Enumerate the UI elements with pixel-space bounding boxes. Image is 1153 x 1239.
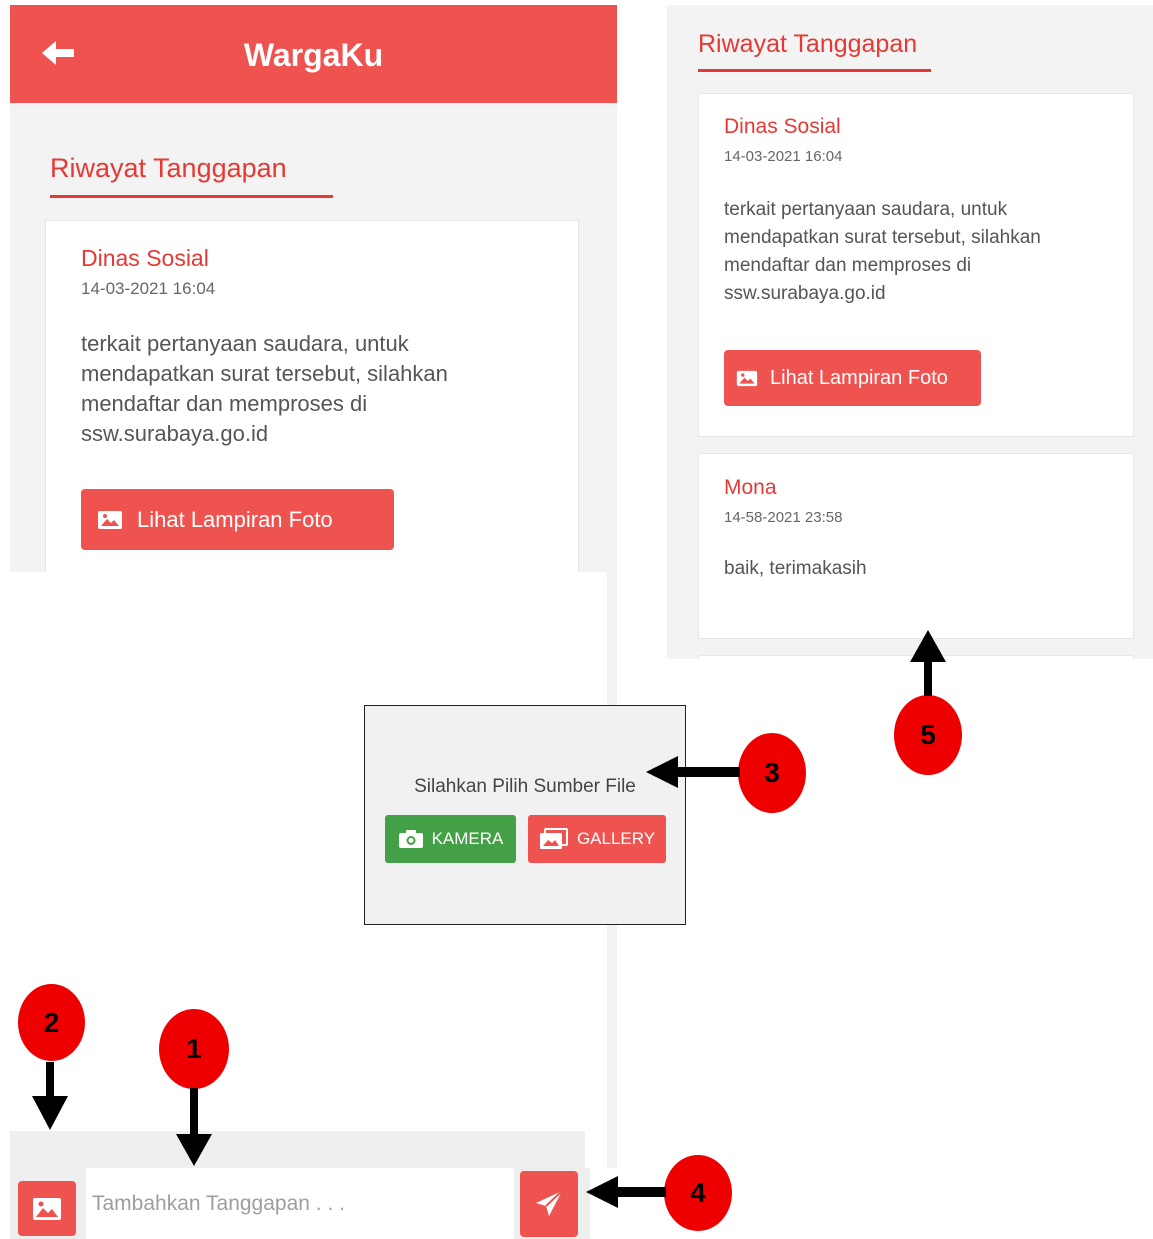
left-screen: WargaKu Riwayat Tanggapan Dinas Sosial 1… bbox=[10, 5, 617, 572]
response-card: Mona 14-58-2021 23:58 baik, terimakasih bbox=[698, 453, 1134, 639]
image-icon bbox=[98, 510, 122, 529]
response-message: terkait pertanyaan saudara, untuk mendap… bbox=[81, 331, 448, 446]
view-attachment-label: Lihat Lampiran Foto bbox=[770, 366, 948, 389]
response-date: 14-58-2021 23:58 bbox=[724, 509, 843, 526]
view-attachment-button[interactable]: Lihat Lampiran Foto bbox=[81, 489, 394, 550]
response-input[interactable]: Tambahkan Tanggapan . . . bbox=[86, 1168, 514, 1239]
response-message: baik, terimakasih bbox=[724, 558, 867, 579]
camera-button[interactable]: KAMERA bbox=[385, 815, 516, 863]
section-underline bbox=[698, 69, 931, 72]
callout-2-arrow bbox=[32, 1062, 68, 1130]
callout-1: 1 bbox=[159, 1009, 229, 1089]
right-screen: Riwayat Tanggapan Dinas Sosial 14-03-202… bbox=[667, 5, 1153, 659]
attach-image-button[interactable] bbox=[18, 1181, 76, 1236]
section-title: Riwayat Tanggapan bbox=[698, 30, 918, 58]
gallery-button[interactable]: GALLERY bbox=[528, 815, 666, 863]
send-icon bbox=[536, 1190, 563, 1216]
response-card: Dinas Sosial 14-03-2021 16:04 terkait pe… bbox=[45, 220, 579, 572]
view-attachment-label: Lihat Lampiran Foto bbox=[137, 506, 333, 532]
gallery-icon bbox=[539, 828, 568, 849]
callout-4: 4 bbox=[664, 1155, 732, 1231]
response-sender: Mona bbox=[724, 476, 777, 499]
callout-1-arrow bbox=[176, 1088, 212, 1166]
response-date: 14-03-2021 16:04 bbox=[724, 148, 843, 165]
camera-icon bbox=[398, 830, 423, 848]
callout-2: 2 bbox=[18, 984, 85, 1061]
app-bar: WargaKu bbox=[10, 5, 617, 103]
response-input-placeholder: Tambahkan Tanggapan . . . bbox=[92, 1191, 345, 1215]
response-date: 14-03-2021 16:04 bbox=[81, 279, 216, 298]
callout-5-arrow bbox=[910, 630, 946, 696]
file-source-dialog: Silahkan Pilih Sumber File KAMERA GALLER… bbox=[364, 705, 686, 925]
callout-3-arrow bbox=[646, 756, 740, 788]
callout-5: 5 bbox=[894, 695, 962, 775]
callout-4-arrow bbox=[586, 1176, 666, 1208]
callout-3: 3 bbox=[738, 733, 806, 813]
image-icon bbox=[33, 1197, 61, 1220]
composer-bar: Tambahkan Tanggapan . . . bbox=[10, 1168, 590, 1239]
view-attachment-button[interactable]: Lihat Lampiran Foto bbox=[724, 350, 981, 406]
app-title: WargaKu bbox=[243, 37, 384, 73]
response-sender: Dinas Sosial bbox=[724, 115, 841, 138]
dialog-title: Silahkan Pilih Sumber File bbox=[414, 776, 636, 797]
section-underline bbox=[50, 195, 333, 198]
composer-strip bbox=[10, 1131, 585, 1168]
camera-label: KAMERA bbox=[431, 829, 504, 848]
send-button[interactable] bbox=[520, 1171, 578, 1237]
response-card: Dinas Sosial 14-03-2021 16:04 terkait pe… bbox=[698, 93, 1134, 437]
response-sender: Dinas Sosial bbox=[81, 245, 209, 271]
image-icon bbox=[736, 370, 758, 386]
gallery-label: GALLERY bbox=[576, 829, 656, 848]
response-message: terkait pertanyaan saudara, untuk mendap… bbox=[724, 199, 1041, 304]
section-title: Riwayat Tanggapan bbox=[50, 153, 287, 183]
